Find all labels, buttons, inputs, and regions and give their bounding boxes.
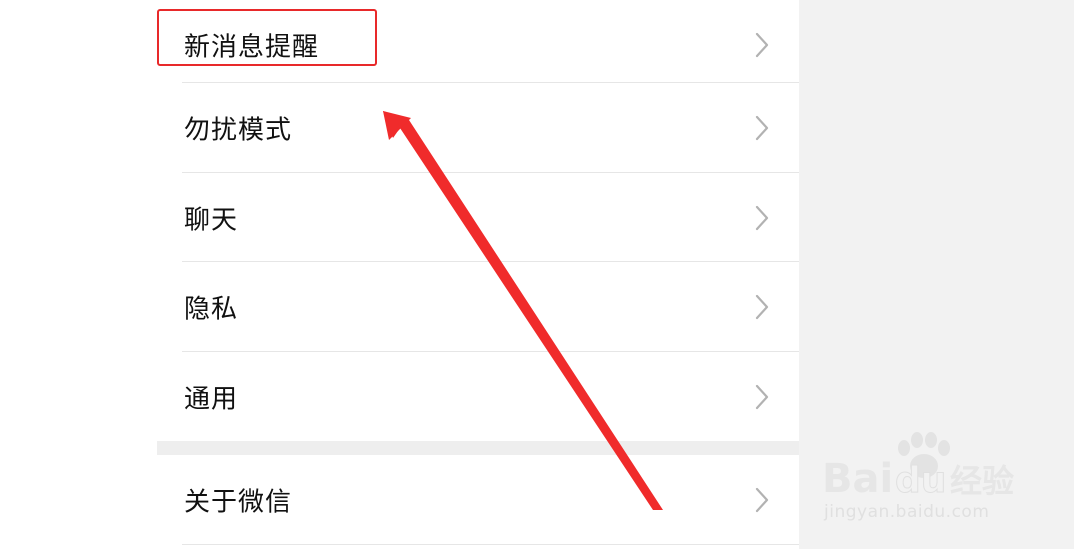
divider	[182, 544, 799, 545]
settings-item-chat[interactable]: 聊天	[157, 173, 799, 263]
settings-item-label: 隐私	[184, 294, 239, 325]
chevron-right-icon	[755, 32, 769, 58]
right-background	[799, 0, 1074, 549]
settings-item-label: 通用	[184, 384, 239, 415]
chevron-right-icon	[755, 205, 769, 231]
settings-item-label: 新消息提醒	[184, 32, 320, 63]
chevron-right-icon	[755, 115, 769, 141]
settings-item-label: 聊天	[184, 205, 239, 236]
settings-item-privacy[interactable]: 隐私	[157, 262, 799, 352]
settings-item-general[interactable]: 通用	[157, 352, 799, 442]
settings-item-label: 勿扰模式	[184, 115, 293, 146]
settings-item-about-wechat[interactable]: 关于微信	[157, 455, 799, 545]
settings-list: 新消息提醒 勿扰模式 聊天 隐私 通用 关于微信	[157, 0, 799, 549]
chevron-right-icon	[755, 384, 769, 410]
settings-item-do-not-disturb[interactable]: 勿扰模式	[157, 83, 799, 173]
section-separator	[157, 441, 799, 455]
chevron-right-icon	[755, 487, 769, 513]
chevron-right-icon	[755, 294, 769, 320]
settings-item-new-message-notifications[interactable]: 新消息提醒	[157, 0, 799, 90]
left-gutter	[0, 0, 157, 549]
settings-item-label: 关于微信	[184, 487, 293, 518]
